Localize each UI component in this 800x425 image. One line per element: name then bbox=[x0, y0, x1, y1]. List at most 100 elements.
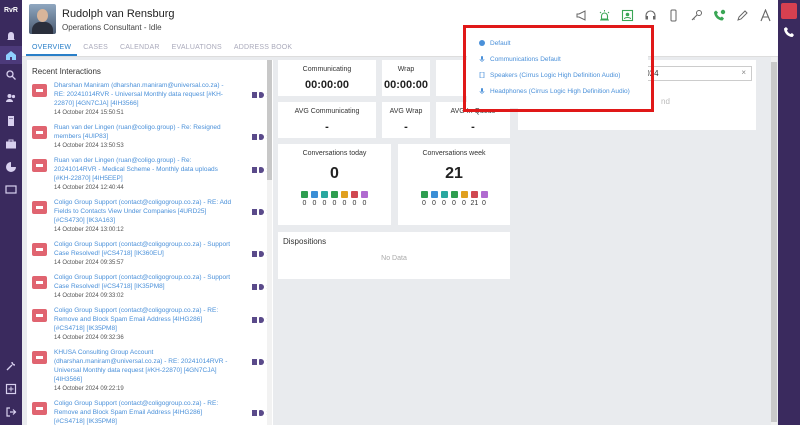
contact-card-icon[interactable] bbox=[621, 9, 634, 22]
page-scrollbar[interactable] bbox=[771, 57, 777, 425]
tag-icon[interactable] bbox=[259, 283, 265, 290]
tag-icon[interactable] bbox=[259, 91, 265, 98]
font-size-icon[interactable] bbox=[759, 9, 772, 22]
channel-icon bbox=[331, 191, 338, 198]
channel-icon bbox=[311, 191, 318, 198]
email-icon bbox=[32, 309, 47, 322]
channel-count: 0 bbox=[462, 200, 466, 207]
recent-scrollbar[interactable] bbox=[267, 60, 272, 425]
interaction-subject[interactable]: Coligo Group Support (contact@coligogrou… bbox=[54, 306, 233, 333]
tag-icon[interactable] bbox=[259, 316, 265, 323]
channel-icon bbox=[480, 191, 488, 198]
tab-address-book[interactable]: ADDRESS BOOK bbox=[228, 40, 298, 56]
monitor-icon[interactable] bbox=[0, 181, 22, 199]
wrap-value: 00:00:00 bbox=[383, 79, 429, 91]
tag-icon[interactable] bbox=[259, 250, 265, 257]
user-icon[interactable] bbox=[252, 316, 258, 323]
interaction-subject[interactable]: Ruan van der Lingen (ruan@coligo.group) … bbox=[54, 156, 233, 183]
alert-light-icon[interactable] bbox=[598, 9, 611, 22]
tab-evaluations[interactable]: EVALUATIONS bbox=[166, 40, 228, 56]
tab-overview[interactable]: OVERVIEW bbox=[26, 40, 78, 56]
main-tabs: OVERVIEW CASES CALENDAR EVALUATIONS ADDR… bbox=[22, 40, 778, 57]
channel-icon bbox=[450, 191, 458, 198]
clear-date-icon[interactable]: × bbox=[741, 68, 746, 77]
tab-cases[interactable]: CASES bbox=[77, 40, 114, 56]
search-panel-hint: nd bbox=[661, 97, 670, 106]
key-icon[interactable] bbox=[690, 9, 703, 22]
interaction-date: 14 October 2024 15:50:51 bbox=[54, 110, 124, 116]
tag-icon[interactable] bbox=[259, 409, 265, 416]
tag-icon[interactable] bbox=[259, 166, 265, 173]
avg-communicating-label: AVG Communicating bbox=[294, 108, 360, 115]
interaction-subject[interactable]: Ruan van der Lingen (ruan@coligo.group) … bbox=[54, 123, 233, 141]
user-icon[interactable] bbox=[252, 166, 258, 173]
avatar[interactable] bbox=[29, 4, 56, 34]
home-icon[interactable] bbox=[0, 46, 22, 64]
phone-icon[interactable] bbox=[783, 26, 795, 38]
headset-icon[interactable] bbox=[644, 9, 657, 22]
channel-count: 0 bbox=[322, 200, 327, 207]
pie-chart-icon[interactable] bbox=[0, 158, 22, 176]
tag-icon[interactable] bbox=[259, 358, 265, 365]
list-item[interactable]: Dharshan Maniram (dharshan.maniram@unive… bbox=[27, 81, 273, 118]
list-item[interactable]: Coligo Group Support (contact@coligogrou… bbox=[27, 399, 273, 425]
list-item[interactable]: Ruan van der Lingen (ruan@coligo.group) … bbox=[27, 123, 273, 151]
channel-icon bbox=[440, 191, 448, 198]
contacts-icon[interactable] bbox=[0, 89, 22, 107]
interaction-subject[interactable]: Coligo Group Support (contact@coligogrou… bbox=[54, 240, 233, 258]
list-item[interactable]: Coligo Group Support (contact@coligogrou… bbox=[27, 273, 273, 301]
interaction-date: 14 October 2024 13:00:12 bbox=[54, 227, 124, 233]
channel-count: 0 bbox=[312, 200, 317, 207]
phone-status-icon[interactable] bbox=[713, 9, 726, 22]
pen-icon[interactable] bbox=[736, 9, 749, 22]
logout-icon[interactable] bbox=[0, 403, 22, 421]
channel-count: 0 bbox=[332, 200, 337, 207]
list-item[interactable]: Coligo Group Support (contact@coligogrou… bbox=[27, 306, 273, 343]
apps-icon[interactable] bbox=[0, 380, 22, 398]
email-icon bbox=[32, 159, 47, 172]
channel-count: 0 bbox=[422, 200, 426, 207]
interaction-subject[interactable]: Coligo Group Support (contact@coligogrou… bbox=[54, 198, 233, 225]
list-item[interactable]: Ruan van der Lingen (ruan@coligo.group) … bbox=[27, 156, 273, 193]
recent-interactions-list: Dharshan Maniram (dharshan.maniram@unive… bbox=[27, 81, 273, 425]
avg-queue-value: - bbox=[471, 121, 475, 133]
channel-count: 21 bbox=[470, 200, 479, 207]
email-icon bbox=[32, 276, 47, 289]
app-logo: RvR bbox=[3, 7, 18, 14]
email-icon bbox=[32, 201, 47, 214]
briefcase-icon[interactable] bbox=[0, 135, 22, 153]
tools-icon[interactable] bbox=[0, 357, 22, 375]
header-toolbar bbox=[575, 9, 772, 22]
tab-calendar[interactable]: CALENDAR bbox=[114, 40, 166, 56]
email-icon bbox=[32, 351, 47, 364]
interaction-subject[interactable]: Coligo Group Support (contact@coligogrou… bbox=[54, 273, 233, 291]
user-icon[interactable] bbox=[252, 250, 258, 257]
user-icon[interactable] bbox=[252, 409, 258, 416]
mobile-icon[interactable] bbox=[667, 9, 680, 22]
interaction-subject[interactable]: Dharshan Maniram (dharshan.maniram@unive… bbox=[54, 81, 233, 108]
dispositions-empty: No Data bbox=[381, 255, 407, 262]
user-icon[interactable] bbox=[252, 283, 258, 290]
interaction-subject[interactable]: KHUSA Consulting Group Account (dharshan… bbox=[54, 348, 233, 384]
list-item[interactable]: KHUSA Consulting Group Account (dharshan… bbox=[27, 348, 273, 394]
interaction-subject[interactable]: Coligo Group Support (contact@coligogrou… bbox=[54, 399, 233, 425]
channel-count: 0 bbox=[342, 200, 347, 207]
email-icon bbox=[32, 126, 47, 139]
notifications-icon[interactable] bbox=[0, 28, 22, 46]
user-icon[interactable] bbox=[252, 91, 258, 98]
user-icon[interactable] bbox=[252, 208, 258, 215]
search-icon[interactable] bbox=[0, 66, 22, 84]
list-item[interactable]: Coligo Group Support (contact@coligogrou… bbox=[27, 198, 273, 235]
list-item[interactable]: Coligo Group Support (contact@coligogrou… bbox=[27, 240, 273, 268]
user-icon[interactable] bbox=[252, 358, 258, 365]
communicating-value: 00:00:00 bbox=[304, 79, 350, 91]
channel-icons-today bbox=[278, 191, 391, 198]
interaction-date: 14 October 2024 09:32:36 bbox=[54, 335, 124, 341]
megaphone-icon[interactable] bbox=[575, 9, 588, 22]
tag-icon[interactable] bbox=[259, 133, 265, 140]
tag-icon[interactable] bbox=[259, 208, 265, 215]
notification-badge-icon[interactable] bbox=[781, 3, 797, 19]
building-icon[interactable] bbox=[0, 112, 22, 130]
user-icon[interactable] bbox=[252, 133, 258, 140]
email-icon bbox=[32, 84, 47, 97]
